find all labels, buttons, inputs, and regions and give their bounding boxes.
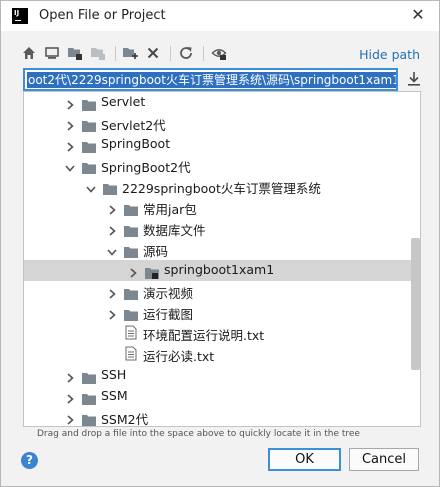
path-row: oot2代\2229springboot火车订票管理系统\源码\springbo…: [23, 68, 423, 92]
folder-icon: [82, 96, 96, 111]
home-icon[interactable]: [19, 43, 39, 63]
tree-row-label: SSM: [101, 388, 128, 403]
chevron-right-icon[interactable]: [64, 369, 76, 383]
file-tree[interactable]: SSM2代 SSM SSH 运行必读.txt 环境配置运行说明.txt 运行截图 演示视频 s…: [23, 91, 421, 427]
tree-row[interactable]: 运行必读.txt: [24, 344, 420, 365]
folder-icon: [82, 138, 96, 153]
tree-row-label: SpringBoot2代: [101, 160, 191, 175]
text-file-icon: [125, 346, 137, 361]
tree-row[interactable]: 演示视频: [24, 281, 420, 302]
tree-row[interactable]: Servlet2代: [24, 113, 420, 134]
tree-row[interactable]: 源码: [24, 239, 420, 260]
folder-icon: [82, 369, 96, 384]
tree-row-label: SSM2代: [101, 412, 149, 427]
folder-icon: [103, 180, 117, 195]
tree-row[interactable]: springboot1xam1: [24, 260, 420, 281]
chevron-right-icon[interactable]: [127, 264, 139, 278]
folder-icon: [82, 411, 96, 426]
tree-row-label: 源码: [143, 244, 169, 259]
chevron-right-icon[interactable]: [64, 390, 76, 404]
chevron-right-icon[interactable]: [64, 411, 76, 425]
tree-row[interactable]: SpringBoot2代: [24, 155, 420, 176]
drag-drop-hint: Drag and drop a file into the space abov…: [37, 429, 360, 439]
folder-icon: [82, 390, 96, 405]
tree-row-label: 运行截图: [143, 307, 194, 322]
tree-row-label: springboot1xam1: [164, 262, 275, 277]
title-bar: IJ Open File or Project ✕: [1, 1, 439, 31]
chevron-down-icon[interactable]: [106, 243, 118, 256]
chevron-right-icon[interactable]: [106, 222, 118, 236]
tree-row[interactable]: 运行截图: [24, 302, 420, 323]
folder-icon: [124, 285, 138, 300]
tree-row-label: 2229springboot火车订票管理系统: [122, 181, 321, 196]
close-icon[interactable]: ✕: [409, 6, 427, 24]
chevron-right-icon[interactable]: [64, 117, 76, 131]
tree-row-label: SSH: [101, 367, 127, 382]
toolbar-separator: [203, 46, 204, 61]
folder-icon: [124, 306, 138, 321]
project-icon[interactable]: [65, 43, 85, 63]
path-input[interactable]: oot2代\2229springboot火车订票管理系统\源码\springbo…: [23, 68, 398, 91]
chevron-right-icon[interactable]: [106, 306, 118, 320]
toolbar-separator: [115, 46, 116, 61]
folder-icon: [82, 117, 96, 132]
tree-row-label: 数据库文件: [143, 223, 206, 238]
module-folder-icon: [145, 264, 159, 279]
tree-row-label: 环境配置运行说明.txt: [143, 328, 265, 343]
new-folder-icon[interactable]: [120, 43, 140, 63]
tree-row-label: 常用jar包: [143, 202, 197, 217]
download-path-icon[interactable]: [405, 70, 423, 88]
help-icon[interactable]: ?: [21, 452, 38, 469]
hide-path-link[interactable]: Hide path: [359, 47, 420, 62]
folder-icon: [124, 243, 138, 258]
window-title: Open File or Project: [39, 8, 166, 23]
tree-row[interactable]: SpringBoot: [24, 134, 420, 155]
module-icon[interactable]: [88, 43, 108, 63]
folder-icon: [124, 222, 138, 237]
desktop-icon[interactable]: [42, 43, 62, 63]
tree-row[interactable]: 环境配置运行说明.txt: [24, 323, 420, 344]
folder-icon: [124, 201, 138, 216]
tree-row[interactable]: SSH: [24, 365, 420, 386]
tree-row-label: 运行必读.txt: [143, 349, 215, 364]
tree-row[interactable]: SSM: [24, 386, 420, 407]
tree-row[interactable]: 数据库文件: [24, 218, 420, 239]
delete-icon[interactable]: [143, 43, 163, 63]
chevron-down-icon[interactable]: [85, 180, 97, 193]
intellij-logo-icon: IJ: [12, 8, 28, 24]
open-file-dialog: IJ Open File or Project ✕ Hide path oot2…: [0, 0, 440, 487]
tree-row-label: 演示视频: [143, 286, 194, 301]
chevron-right-icon[interactable]: [106, 285, 118, 299]
text-file-icon: [125, 325, 137, 340]
tree-row[interactable]: Servlet: [24, 92, 420, 113]
path-text: oot2代\2229springboot火车订票管理系统\源码\springbo…: [27, 72, 396, 88]
tree-row[interactable]: 2229springboot火车订票管理系统: [24, 176, 420, 197]
ok-button[interactable]: OK: [268, 448, 341, 471]
tree-row-label: Servlet2代: [101, 118, 166, 133]
cancel-button[interactable]: Cancel: [349, 448, 419, 471]
tree-row[interactable]: SSM2代: [24, 407, 420, 427]
toolbar-separator: [170, 46, 171, 61]
chevron-right-icon[interactable]: [64, 138, 76, 152]
chevron-right-icon[interactable]: [64, 96, 76, 110]
tree-row[interactable]: 常用jar包: [24, 197, 420, 218]
show-hidden-icon[interactable]: [209, 43, 229, 63]
chevron-down-icon[interactable]: [64, 159, 76, 172]
tree-row-label: SpringBoot: [101, 136, 171, 151]
chevron-right-icon[interactable]: [106, 201, 118, 215]
tree-scrollbar[interactable]: [411, 238, 420, 370]
refresh-icon[interactable]: [176, 43, 196, 63]
folder-icon: [82, 159, 96, 174]
tree-row-label: Servlet: [101, 94, 146, 109]
